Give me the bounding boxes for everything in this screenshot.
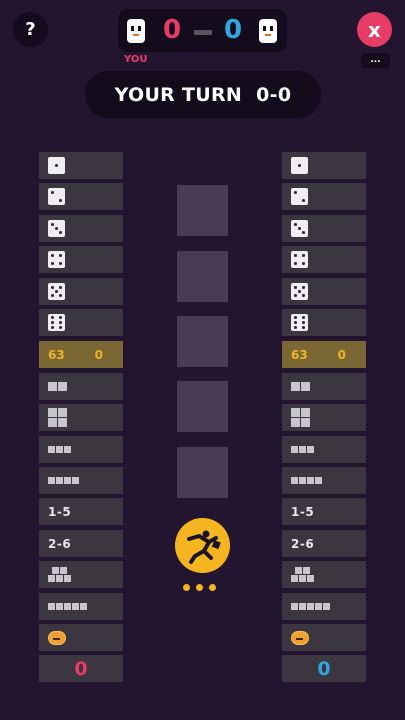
score-row-full-house[interactable] (39, 561, 123, 588)
roll-counter-dot (209, 584, 216, 591)
die-5-icon (291, 283, 308, 300)
three-icon (48, 446, 72, 453)
die-2-icon (291, 188, 308, 205)
score-row-five (282, 593, 366, 620)
score-row-2[interactable] (39, 183, 123, 210)
roll-button[interactable] (175, 518, 230, 573)
score-row-pair[interactable] (39, 373, 123, 400)
score-row-1 (282, 152, 366, 179)
die-1-icon (48, 157, 65, 174)
opponent-total: 0 (282, 655, 366, 682)
score-row-2-6[interactable]: 2-6 (39, 530, 123, 557)
bonus-target: 63 (48, 347, 65, 362)
score-row-three[interactable] (39, 436, 123, 463)
bonus-target: 63 (291, 347, 308, 362)
score-row-1-5[interactable]: 1-5 (39, 498, 123, 525)
score-row-4 (282, 246, 366, 273)
you-label: YOU (124, 54, 148, 65)
dice-slot[interactable] (177, 381, 228, 432)
score-row-3 (282, 215, 366, 242)
close-button[interactable]: x (357, 12, 392, 47)
four-icon (48, 477, 80, 484)
row-label: 2-6 (48, 536, 72, 551)
player-score: 0 (162, 15, 182, 45)
score-row-chance[interactable] (39, 624, 123, 651)
score-row-3[interactable] (39, 215, 123, 242)
roll-dice-icon (187, 530, 221, 564)
score-row-chance (282, 624, 366, 651)
opponent-total-value: 0 (317, 657, 331, 680)
two-pairs-icon (291, 408, 311, 427)
die-4-icon (48, 251, 65, 268)
score-row-four (282, 467, 366, 494)
five-icon (48, 603, 88, 610)
two-pairs-icon (48, 408, 68, 427)
help-button[interactable]: ? (13, 12, 48, 47)
die-2-icon (48, 188, 65, 205)
bonus-points: 0 (337, 347, 346, 362)
three-icon (291, 446, 315, 453)
score-row-4[interactable] (39, 246, 123, 273)
player-total: 0 (39, 655, 123, 682)
dice-slot[interactable] (177, 447, 228, 498)
dice-slot[interactable] (177, 316, 228, 367)
turn-banner: YOUR TURN 0-0 (85, 71, 321, 118)
dice-slot[interactable] (177, 251, 228, 302)
score-row-2-6: 2-6 (282, 530, 366, 557)
roll-counter-dot (183, 584, 190, 591)
rolls-remaining (183, 584, 216, 591)
full-house-icon (48, 567, 72, 582)
roll-counter-dot (196, 584, 203, 591)
score-separator (194, 30, 212, 35)
score-row-6[interactable] (39, 309, 123, 336)
score-row-two-pairs[interactable] (39, 404, 123, 431)
score-row-two-pairs (282, 404, 366, 431)
player-avatar-icon (127, 19, 145, 43)
turn-score: 0-0 (256, 83, 292, 106)
full-house-icon (291, 567, 315, 582)
score-row-three (282, 436, 366, 463)
row-label: 1-5 (291, 504, 315, 519)
opponent-score: 0 (223, 15, 243, 45)
bonus-row[interactable]: 63 0 (39, 341, 123, 368)
score-row-full-house (282, 561, 366, 588)
more-menu-button[interactable]: ... (361, 53, 390, 68)
score-row-2 (282, 183, 366, 210)
row-label: 1-5 (48, 504, 72, 519)
bonus-points: 0 (94, 347, 103, 362)
score-row-5[interactable] (39, 278, 123, 305)
die-3-icon (48, 220, 65, 237)
score-row-five[interactable] (39, 593, 123, 620)
pair-icon (48, 382, 68, 391)
die-3-icon (291, 220, 308, 237)
dice-slot[interactable] (177, 185, 228, 236)
five-icon (291, 603, 331, 610)
die-6-icon (291, 314, 308, 331)
pumpkin-icon (48, 630, 66, 645)
score-row-pair (282, 373, 366, 400)
row-label: 2-6 (291, 536, 315, 551)
turn-text: YOUR TURN (114, 83, 243, 106)
score-row-1-5: 1-5 (282, 498, 366, 525)
score-row-5 (282, 278, 366, 305)
score-row-6 (282, 309, 366, 336)
pumpkin-icon (291, 630, 309, 645)
four-icon (291, 477, 323, 484)
scoreboard: 0 0 (118, 9, 287, 52)
die-4-icon (291, 251, 308, 268)
die-6-icon (48, 314, 65, 331)
die-5-icon (48, 283, 65, 300)
score-row-1[interactable] (39, 152, 123, 179)
die-1-icon (291, 157, 308, 174)
player-total-value: 0 (74, 657, 88, 680)
score-row-four[interactable] (39, 467, 123, 494)
pair-icon (291, 382, 311, 391)
bonus-row: 63 0 (282, 341, 366, 368)
opponent-avatar-icon (259, 19, 277, 43)
